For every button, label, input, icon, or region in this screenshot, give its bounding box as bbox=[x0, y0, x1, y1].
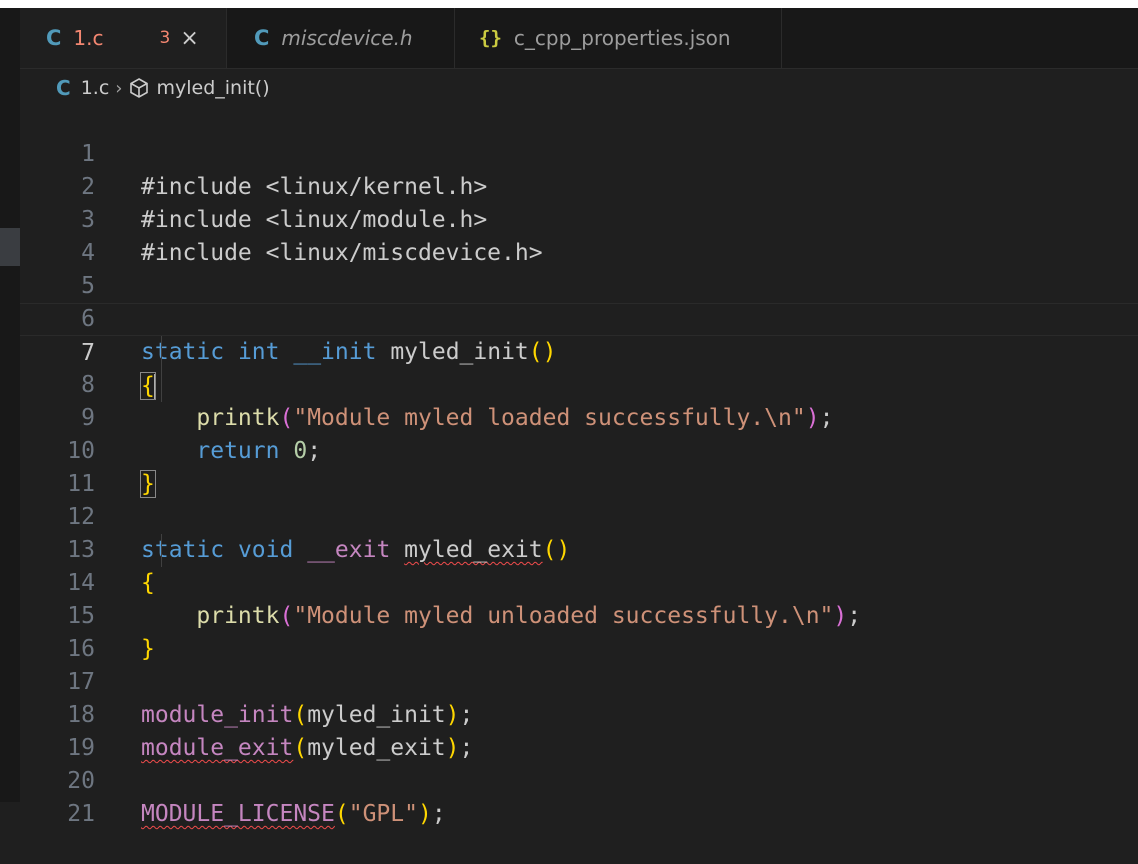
c-file-icon: C bbox=[254, 26, 270, 50]
tab-label: 1.c bbox=[73, 26, 104, 50]
json-file-icon: {} bbox=[479, 27, 502, 49]
code-line: 18 module_exit(myled_exit); bbox=[20, 666, 1138, 761]
tab-label: miscdevice.h bbox=[281, 26, 413, 50]
code-line: 6 static int __init myled_init() bbox=[20, 270, 1138, 365]
code-line: 10 } bbox=[20, 402, 1138, 498]
c-file-icon: C bbox=[56, 76, 71, 100]
window-top-strip bbox=[0, 0, 1138, 8]
code-line: 20 MODULE_LICENSE("GPL"); bbox=[20, 732, 1138, 827]
code-line: 17 module_init(myled_init); bbox=[20, 633, 1138, 728]
activity-bar bbox=[0, 8, 20, 802]
code-line: 19 bbox=[20, 699, 1138, 761]
chevron-right-icon: › bbox=[115, 77, 123, 99]
symbol-method-icon bbox=[130, 78, 149, 98]
breadcrumb-file[interactable]: 1.c bbox=[81, 77, 110, 99]
code-line: 5 bbox=[20, 237, 1138, 299]
code-line: 2 #include <linux/module.h> bbox=[20, 138, 1138, 233]
activity-marker bbox=[0, 228, 20, 266]
code-editor[interactable]: 1 #include <linux/kernel.h> 2 #include <… bbox=[20, 105, 1138, 827]
paren: ) bbox=[417, 801, 432, 827]
line-number: 21 bbox=[67, 801, 95, 827]
tab-1c[interactable]: C 1.c 3 × bbox=[20, 8, 227, 68]
macro-call: MODULE_LICENSE bbox=[141, 801, 335, 827]
semicolon: ; bbox=[431, 801, 446, 827]
code-line: 1 #include <linux/kernel.h> bbox=[20, 105, 1138, 200]
tab-miscdevice-h[interactable]: C miscdevice.h bbox=[227, 8, 455, 68]
code-line: 9 return 0; bbox=[20, 369, 1138, 464]
breadcrumb: C 1.c › myled_init() bbox=[56, 74, 270, 102]
string-literal: "GPL" bbox=[348, 801, 418, 827]
code-line-current: 7 { bbox=[20, 303, 1138, 400]
indent-guide bbox=[161, 534, 162, 567]
breadcrumb-symbol[interactable]: myled_init() bbox=[156, 77, 269, 99]
paren: ( bbox=[334, 801, 349, 827]
code-line: 4 bbox=[20, 204, 1138, 266]
code-line: 12 static void __exit myled_exit() bbox=[20, 468, 1138, 563]
close-icon[interactable]: × bbox=[180, 26, 198, 51]
problem-count-badge: 3 bbox=[159, 28, 171, 48]
code-line: 21 bbox=[20, 765, 1138, 827]
code-line: 11 bbox=[20, 435, 1138, 497]
code-line: 3 #include <linux/miscdevice.h> bbox=[20, 171, 1138, 266]
tab-label: c_cpp_properties.json bbox=[513, 26, 731, 50]
code-line: 14 printk("Module myled unloaded success… bbox=[20, 534, 1138, 629]
editor-tab-bar: C 1.c 3 × C miscdevice.h {} c_cpp_proper… bbox=[20, 8, 1138, 69]
code-line: 13 { bbox=[20, 501, 1138, 596]
tab-c-cpp-properties[interactable]: {} c_cpp_properties.json bbox=[455, 8, 782, 68]
code-text: MODULE_LICENSE("GPL"); bbox=[141, 798, 446, 831]
code-line: 8 printk("Module myled loaded successful… bbox=[20, 336, 1138, 431]
code-line: 16 bbox=[20, 600, 1138, 662]
c-file-icon: C bbox=[46, 26, 62, 50]
indent-guide bbox=[161, 336, 162, 402]
code-line: 15 } bbox=[20, 567, 1138, 662]
